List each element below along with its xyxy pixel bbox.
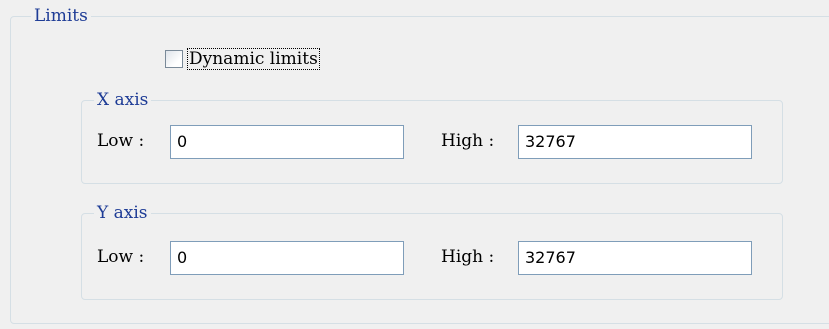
limits-group-title: Limits bbox=[31, 6, 91, 26]
x-axis-high-input[interactable]: 32767 bbox=[518, 125, 752, 159]
x-axis-low-input[interactable]: 0 bbox=[170, 125, 404, 159]
x-axis-low-label: Low : bbox=[97, 131, 145, 151]
y-axis-low-label: Low : bbox=[97, 247, 145, 267]
y-axis-high-input[interactable]: 32767 bbox=[518, 241, 752, 275]
dynamic-limits-checkbox[interactable] bbox=[165, 50, 183, 68]
dynamic-limits-label[interactable]: Dynamic limits bbox=[187, 48, 320, 70]
x-axis-group-title: X axis bbox=[94, 90, 152, 110]
y-axis-low-input[interactable]: 0 bbox=[170, 241, 404, 275]
y-axis-group-title: Y axis bbox=[94, 203, 151, 223]
x-axis-high-label: High : bbox=[441, 131, 495, 151]
dynamic-limits-option[interactable]: Dynamic limits bbox=[165, 48, 320, 70]
y-axis-high-label: High : bbox=[441, 247, 495, 267]
